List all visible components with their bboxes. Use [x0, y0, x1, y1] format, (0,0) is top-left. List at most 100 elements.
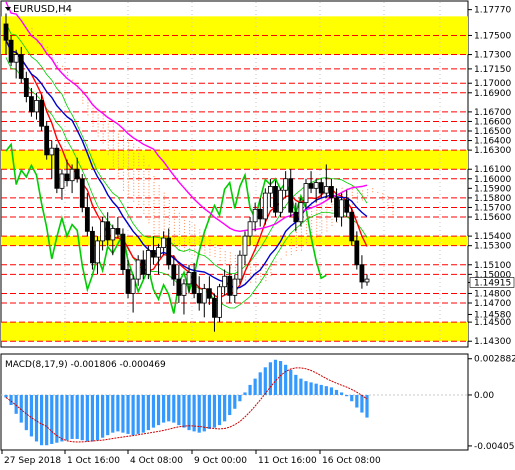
cloud-dot: [300, 228, 303, 230]
cloud-dot: [138, 176, 140, 179]
cloud-dot: [265, 280, 267, 282]
cloud-dot: [117, 178, 120, 180]
cloud-dot: [128, 154, 130, 156]
cloud-dot: [265, 268, 267, 270]
candle-body: [344, 199, 350, 213]
macd-bar: [39, 394, 44, 446]
cloud-dot: [255, 281, 257, 283]
candle-body: [278, 189, 283, 213]
cloud-dot: [331, 206, 333, 208]
cloud-dot: [290, 247, 292, 250]
trading-chart[interactable]: EURUSD,H4 1.177701.175001.173001.171501.…: [0, 0, 515, 470]
cloud-dot: [128, 178, 130, 180]
cloud-dot: [148, 216, 150, 218]
cloud-dot: [117, 151, 120, 153]
macd-bar: [95, 394, 100, 441]
cloud-dot: [224, 257, 226, 259]
macd-bar: [151, 394, 156, 428]
cloud-dot: [107, 135, 109, 137]
cloud-dot: [183, 234, 186, 237]
macd-bar: [202, 394, 206, 432]
cloud-dot: [189, 239, 191, 241]
macd-bar: [90, 394, 95, 442]
cloud-dot: [61, 65, 64, 67]
candle-body: [3, 23, 9, 41]
cloud-dot: [326, 221, 328, 223]
cloud-dot: [143, 176, 145, 178]
cloud-dot: [138, 206, 140, 209]
cloud-dot: [321, 205, 323, 207]
cloud-dot: [133, 155, 135, 157]
cloud-dot: [107, 141, 109, 143]
cloud-dot: [153, 233, 155, 235]
cloud-dot: [372, 191, 374, 193]
cloud-dot: [143, 194, 145, 196]
cloud-dot: [163, 216, 165, 218]
cloud-dot: [377, 191, 379, 194]
macd-bar: [238, 394, 242, 402]
macd-bar: [355, 394, 359, 408]
cloud-dot: [128, 139, 130, 141]
cloud-dot: [321, 223, 323, 225]
candle-body: [217, 286, 222, 318]
cloud-dot: [316, 233, 318, 235]
cloud-dot: [173, 215, 175, 217]
cloud-dot: [295, 243, 297, 246]
cloud-dot: [214, 249, 216, 252]
cloud-dot: [112, 129, 114, 131]
macd-bar: [167, 394, 171, 422]
cloud-dot: [331, 224, 333, 226]
cloud-dot: [387, 201, 389, 204]
price-axis[interactable]: 1.17770 1.17500 1.17300 1.17150 1.170001.169…: [468, 6, 515, 348]
macd-bar: [85, 394, 89, 442]
cloud-dot: [356, 198, 359, 200]
cloud-dot: [107, 132, 109, 134]
cloud-dot: [153, 206, 155, 208]
cloud-dot: [234, 269, 236, 272]
cloud-dot: [117, 130, 120, 132]
cloud-dot: [305, 224, 308, 226]
cloud-dot: [97, 126, 99, 128]
cloud-dot: [143, 206, 145, 208]
cloud-dot: [295, 240, 297, 243]
candle-body: [115, 228, 121, 235]
cloud-dot: [102, 130, 104, 132]
cloud-dot: [163, 192, 165, 194]
cloud-dot: [82, 93, 84, 95]
cloud-dot: [133, 194, 135, 196]
cloud-dot: [153, 176, 155, 178]
candle-body: [176, 278, 182, 296]
candle-body: [191, 272, 197, 294]
symbol-title[interactable]: EURUSD,H4: [5, 4, 72, 15]
cloud-dot: [173, 209, 175, 211]
cloud-dot: [112, 165, 114, 167]
candle-body: [161, 237, 167, 248]
cloud-dot: [66, 71, 69, 73]
cloud-dot: [128, 166, 130, 168]
cloud-dot: [219, 253, 221, 256]
candle-body: [95, 240, 100, 264]
candle-body: [110, 228, 116, 241]
cloud-dot: [265, 277, 267, 279]
cloud-dot: [392, 211, 394, 213]
cloud-dot: [183, 228, 186, 231]
cloud-dot: [31, 31, 33, 33]
cloud-dot: [143, 182, 145, 184]
candle-body: [273, 186, 278, 213]
cloud-dot: [229, 261, 231, 263]
cloud-dot: [128, 196, 130, 198]
macd-bar: [101, 394, 105, 438]
cloud-dot: [295, 237, 297, 240]
macd-bar: [75, 394, 79, 439]
cloud-dot: [148, 180, 150, 182]
cloud-dot: [158, 218, 160, 220]
cloud-dot: [92, 110, 94, 112]
cloud-dot: [102, 142, 104, 144]
cloud-dot: [173, 218, 175, 220]
cloud-dot: [316, 209, 318, 211]
cloud-dot: [326, 218, 328, 220]
macd-bar: [217, 394, 222, 426]
cloud-dot: [204, 237, 206, 239]
cloud-dot: [153, 230, 155, 232]
cloud-dot: [305, 221, 308, 223]
